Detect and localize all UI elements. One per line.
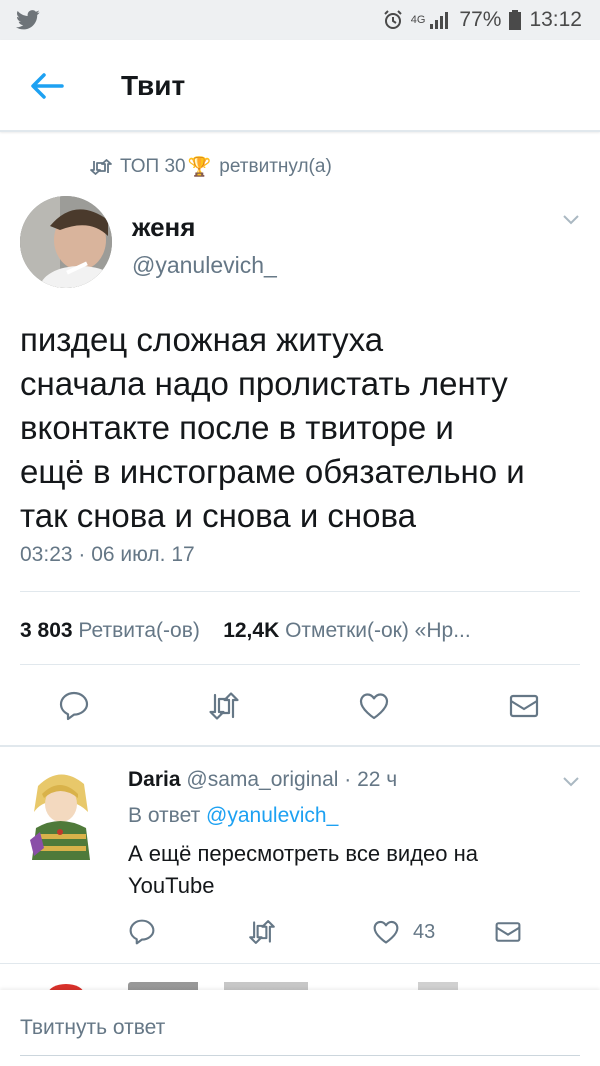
status-bar: 4G 77% 13:12 — [0, 0, 600, 40]
reply-time: · 22 ч — [344, 768, 398, 791]
divider — [20, 591, 580, 592]
section-divider — [0, 745, 600, 747]
reply-to-line: В ответ @yanulevich_ — [128, 804, 338, 828]
mail-icon[interactable] — [494, 918, 522, 946]
reply-header: Daria @sama_original · 22 ч — [128, 768, 397, 792]
reply-author-handle[interactable]: @sama_original — [186, 768, 338, 791]
heart-icon[interactable] — [358, 690, 390, 722]
retweet-label: Ретвита(-ов) — [78, 619, 200, 642]
like-label: Отметки(-ок) «Нр... — [285, 619, 471, 642]
reply-text: А ещё пересмотреть все видео на YouTube — [128, 841, 479, 898]
tweet-stats: 3 803 Ретвита(-ов) 12,4K Отметки(-ок) «Н… — [20, 619, 471, 643]
reply-compose-bar[interactable]: Твитнуть ответ — [0, 990, 600, 1066]
retweet-icon — [90, 159, 112, 175]
chevron-down-icon[interactable] — [562, 776, 580, 788]
chevron-down-icon[interactable] — [562, 214, 580, 226]
avatar[interactable] — [20, 196, 112, 288]
app-header: Твит — [0, 40, 600, 132]
mail-icon[interactable] — [508, 690, 540, 722]
battery-icon — [509, 10, 522, 30]
author-name[interactable]: женя — [132, 212, 195, 243]
compose-placeholder[interactable]: Твитнуть ответ — [20, 1016, 165, 1040]
retweet-stat[interactable]: 3 803 Ретвита(-ов) — [20, 619, 200, 642]
retweet-context[interactable]: ТОП 30 🏆 ретвитнул(а) — [90, 155, 332, 179]
reply-like-count: 43 — [413, 921, 436, 943]
reply-icon[interactable] — [128, 918, 156, 946]
heart-icon[interactable] — [372, 918, 400, 946]
retweet-context-text: ретвитнул(а) — [219, 156, 332, 177]
reply-icon[interactable] — [58, 690, 90, 722]
avatar[interactable] — [24, 768, 96, 860]
tweet-timestamp: 03:23 · 06 июл. 17 — [20, 543, 195, 566]
page-title: Твит — [121, 70, 186, 101]
like-stat[interactable]: 12,4K Отметки(-ок) «Нр... — [223, 619, 471, 642]
retweet-icon[interactable] — [248, 918, 276, 946]
network-type: 4G — [410, 14, 426, 26]
retweet-icon[interactable] — [208, 690, 240, 722]
trophy-icon: 🏆 — [187, 157, 212, 178]
retweet-count: 3 803 — [20, 619, 73, 642]
like-count: 12,4K — [223, 619, 280, 642]
tweet-text: пиздец сложная житуха сначала надо проли… — [20, 321, 525, 534]
reply-to-handle[interactable]: @yanulevich_ — [206, 804, 338, 827]
twitter-bird-icon — [16, 10, 40, 30]
arrow-left-icon[interactable] — [30, 72, 64, 100]
author-handle[interactable]: @yanulevich_ — [132, 252, 277, 279]
next-reply-peek — [0, 963, 600, 991]
compose-underline — [20, 1055, 580, 1056]
reply-author-name[interactable]: Daria — [128, 768, 181, 791]
retweeter-name: ТОП 30 — [120, 156, 186, 177]
divider — [20, 664, 580, 665]
clock: 13:12 — [529, 8, 582, 31]
alarm-icon — [384, 10, 402, 29]
signal-icon — [430, 12, 449, 29]
reply-to-prefix: В ответ — [128, 804, 201, 827]
battery-percent: 77% — [459, 8, 502, 31]
